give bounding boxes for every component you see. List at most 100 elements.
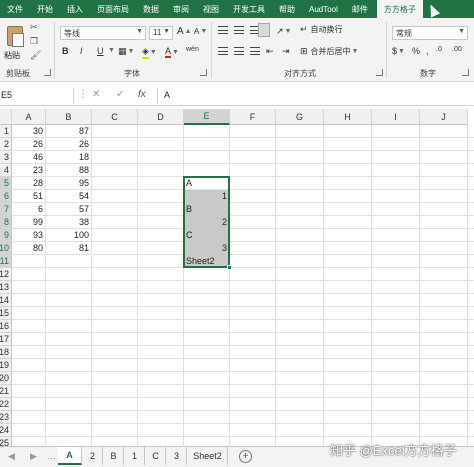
italic-button[interactable]: I (80, 46, 83, 56)
sheet-tab[interactable]: 2 (83, 447, 103, 465)
row-header[interactable]: 13 (0, 281, 12, 294)
cell[interactable]: 80 (12, 242, 45, 255)
number-launcher-icon[interactable] (462, 69, 469, 76)
sheet-tab[interactable]: 1 (125, 447, 145, 465)
number-format-select[interactable]: 常规 ▼ (392, 26, 468, 40)
ribbon-tab[interactable]: 方方格子 (376, 0, 423, 18)
font-color-button[interactable]: A ▼ (165, 46, 179, 58)
sheet-tab[interactable]: Sheet2 (188, 447, 228, 465)
row-header[interactable]: 10 (0, 242, 12, 255)
decrease-indent-icon[interactable]: ⇤ (266, 46, 274, 57)
cell[interactable]: 87 (46, 125, 91, 138)
cell[interactable]: 54 (46, 190, 91, 203)
cell[interactable]: 57 (46, 203, 91, 216)
ribbon-tab[interactable]: 开发工具 (226, 0, 272, 18)
paste-button[interactable]: 粘贴 (4, 24, 28, 64)
cell[interactable]: 99 (12, 216, 45, 229)
more-icon[interactable]: ⋮ (78, 89, 88, 100)
row-header[interactable]: 6 (0, 190, 12, 203)
chevron-down-icon[interactable]: ▼ (107, 47, 115, 54)
column-header[interactable]: D (138, 109, 184, 125)
cell[interactable]: 6 (12, 203, 45, 216)
name-box[interactable]: E5 (0, 88, 74, 104)
column-header[interactable]: I (372, 109, 420, 125)
sheet-tab[interactable]: B (104, 447, 124, 465)
cell[interactable]: 88 (46, 164, 91, 177)
increase-decimal-icon[interactable]: .0 (436, 46, 442, 53)
alignment-launcher-icon[interactable] (376, 69, 383, 76)
cell[interactable]: 18 (46, 151, 91, 164)
ribbon-tab[interactable]: 帮助 (272, 0, 302, 18)
row-header[interactable]: 2 (0, 138, 12, 151)
grow-font-button[interactable]: A ▲ (177, 26, 192, 37)
shrink-font-button[interactable]: A ▼ (194, 27, 207, 36)
row-header[interactable]: 18 (0, 346, 12, 359)
ribbon-tab[interactable]: 开始 (30, 0, 60, 18)
row-header[interactable]: 24 (0, 424, 12, 437)
wrap-text-button[interactable]: ↵ 自动换行 (300, 24, 343, 35)
fill-handle[interactable] (227, 265, 232, 270)
column-header[interactable]: H (324, 109, 372, 125)
row-header[interactable]: 21 (0, 385, 12, 398)
currency-icon[interactable]: $ ▼ (392, 46, 405, 56)
format-painter-icon[interactable]: 🖌 (30, 50, 41, 61)
ribbon-tab[interactable]: 数据 (136, 0, 166, 18)
font-launcher-icon[interactable] (200, 69, 207, 76)
column-header[interactable]: C (92, 109, 138, 125)
row-header[interactable]: 23 (0, 411, 12, 424)
row-header[interactable]: 3 (0, 151, 12, 164)
row-header[interactable]: 25 (0, 437, 12, 446)
column-header[interactable]: E (184, 109, 230, 125)
cell[interactable]: 95 (46, 177, 91, 190)
align-center-icon[interactable] (234, 47, 244, 55)
cell[interactable]: 23 (12, 164, 45, 177)
ribbon-tab[interactable]: AudTool (302, 0, 345, 18)
cell[interactable]: 100 (46, 229, 91, 242)
merge-center-button[interactable]: ⊞ 合并后居中 ▼ (300, 46, 358, 57)
comma-style-icon[interactable]: , (426, 46, 429, 56)
row-header[interactable]: 11 (0, 255, 12, 268)
row-header[interactable]: 9 (0, 229, 12, 242)
cancel-icon[interactable]: ✕ (92, 89, 100, 100)
row-header[interactable]: 19 (0, 359, 12, 372)
selected-align-icon[interactable] (258, 23, 270, 37)
column-header[interactable]: F (230, 109, 276, 125)
clipboard-launcher-icon[interactable] (44, 69, 51, 76)
row-header[interactable]: 20 (0, 372, 12, 385)
column-header[interactable]: J (420, 109, 468, 125)
ribbon-tab[interactable]: 插入 (60, 0, 90, 18)
sheet-tab[interactable]: 3 (167, 447, 187, 465)
row-header[interactable]: 15 (0, 307, 12, 320)
cell[interactable]: 93 (12, 229, 45, 242)
cell[interactable]: 28 (12, 177, 45, 190)
ribbon-tab[interactable]: 审阅 (166, 0, 196, 18)
add-sheet-icon[interactable]: + (239, 450, 252, 463)
align-middle-icon[interactable] (234, 26, 244, 34)
row-header[interactable]: 14 (0, 294, 12, 307)
cell[interactable]: 51 (12, 190, 45, 203)
row-header[interactable]: 7 (0, 203, 12, 216)
align-right-icon[interactable] (250, 47, 260, 55)
fill-color-icon[interactable]: ◈ ▼ (142, 46, 157, 59)
ribbon-tab[interactable]: 邮件 (345, 0, 375, 18)
column-header[interactable]: A (12, 109, 46, 125)
cell[interactable]: 46 (12, 151, 45, 164)
cell[interactable]: 81 (46, 242, 91, 255)
copy-icon[interactable]: ❐ (30, 36, 38, 47)
underline-button[interactable]: U (97, 46, 104, 56)
bold-button[interactable]: B (62, 46, 69, 56)
insert-function-icon[interactable]: fx (138, 89, 146, 100)
row-header[interactable]: 8 (0, 216, 12, 229)
cell[interactable]: 26 (12, 138, 45, 151)
align-top-icon[interactable] (218, 26, 228, 34)
worksheet-grid[interactable]: ABCDEFGHIJ123456789101112131415161718192… (0, 109, 474, 446)
row-header[interactable]: 5 (0, 177, 12, 190)
row-header[interactable]: 22 (0, 398, 12, 411)
row-header[interactable]: 4 (0, 164, 12, 177)
ribbon-tab[interactable]: 视图 (196, 0, 226, 18)
decrease-decimal-icon[interactable]: .00 (452, 46, 462, 53)
row-header[interactable]: 16 (0, 320, 12, 333)
sheet-tab[interactable]: C (146, 447, 166, 465)
prev-sheet-icon[interactable]: ◀ (8, 451, 15, 462)
row-header[interactable]: 12 (0, 268, 12, 281)
